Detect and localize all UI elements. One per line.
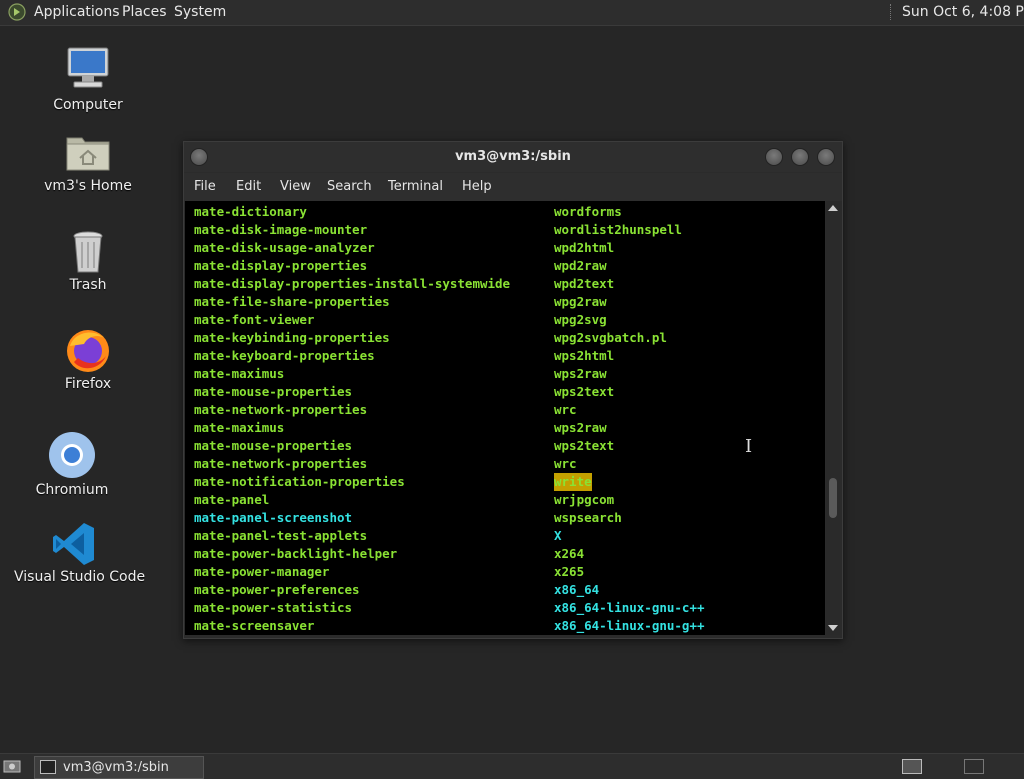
terminal-entry: wpd2html — [554, 240, 615, 255]
terminal-window[interactable]: vm3@vm3:/sbin File Edit View Search Term… — [183, 141, 843, 639]
terminal-entry: x265 — [554, 564, 585, 579]
window-title: vm3@vm3:/sbin — [455, 149, 571, 164]
bottom-panel: vm3@vm3:/sbin — [0, 753, 1024, 779]
desktop-icon-home[interactable]: vm3's Home — [28, 126, 148, 201]
terminal-entry: wpg2svg — [554, 312, 607, 327]
terminal-entry: wpg2raw — [554, 294, 607, 309]
scrollbar[interactable] — [826, 201, 840, 635]
terminal-entry: wrc — [554, 402, 577, 417]
terminal-entry: mate-power-manager — [194, 564, 330, 579]
terminal-entry: mate-file-share-properties — [194, 294, 390, 309]
desktop-icon-label: Chromium — [35, 482, 109, 498]
desktop-icon-label: Computer — [53, 97, 123, 113]
terminal-entry: mate-keyboard-properties — [194, 348, 375, 363]
scroll-down-icon[interactable] — [828, 625, 838, 631]
text-cursor-icon: I — [745, 436, 753, 457]
terminal-entry: mate-power-preferences — [194, 582, 360, 597]
terminal-entry: wpd2raw — [554, 258, 607, 273]
taskbar-button-label: vm3@vm3:/sbin — [63, 760, 169, 775]
terminal-entry: mate-maximus — [194, 366, 285, 381]
terminal-entry: wpg2svgbatch.pl — [554, 330, 667, 345]
scrollbar-thumb[interactable] — [829, 477, 837, 518]
menu-edit[interactable]: Edit — [236, 179, 261, 194]
terminal-entry: wps2raw — [554, 366, 607, 381]
firefox-icon — [67, 330, 109, 372]
desktop-icon-label: Visual Studio Code — [14, 569, 146, 585]
places-menu[interactable]: Places — [122, 4, 167, 20]
show-desktop-icon[interactable] — [3, 758, 21, 774]
terminal-entry: wrjpgcom — [554, 492, 615, 507]
applications-menu[interactable]: Applications — [34, 4, 120, 20]
desktop-icon-label: Firefox — [64, 376, 112, 392]
terminal-entry: wordforms — [554, 204, 622, 219]
menu-terminal[interactable]: Terminal — [388, 179, 443, 194]
desktop-icon-firefox[interactable]: Firefox — [28, 326, 148, 394]
terminal-entry: mate-keybinding-properties — [194, 330, 390, 345]
terminal-entry: mate-power-backlight-helper — [194, 546, 398, 561]
trash-icon — [73, 231, 103, 273]
terminal-entry: wps2html — [554, 348, 615, 363]
terminal-entry: wps2text — [554, 438, 615, 453]
computer-icon — [67, 47, 109, 88]
menu-help[interactable]: Help — [462, 179, 492, 194]
vscode-icon — [53, 523, 94, 565]
workspace-2[interactable] — [964, 759, 984, 774]
terminal-entry: wrc — [554, 456, 577, 471]
terminal-entry: mate-disk-usage-analyzer — [194, 240, 375, 255]
top-panel: Applications Places System Sun Oct 6, 4:… — [0, 0, 1024, 26]
terminal-entry: mate-display-properties — [194, 258, 368, 273]
terminal-entry: mate-panel — [194, 492, 270, 507]
terminal-entry: wpd2text — [554, 276, 615, 291]
system-menu[interactable]: System — [174, 4, 226, 20]
terminal-icon — [40, 760, 56, 774]
menu-file[interactable]: File — [194, 179, 216, 194]
terminal-entry: mate-maximus — [194, 420, 285, 435]
menu-search[interactable]: Search — [327, 179, 372, 194]
maximize-icon[interactable] — [791, 148, 809, 166]
terminal-entry: mate-dictionary — [194, 204, 307, 219]
terminal-entry: x264 — [554, 546, 585, 561]
terminal-entry: mate-mouse-properties — [194, 438, 353, 453]
home-folder-icon — [66, 137, 110, 171]
desktop-icon-label: vm3's Home — [44, 178, 132, 194]
terminal-entry: mate-mouse-properties — [194, 384, 353, 399]
terminal-entry: mate-network-properties — [194, 456, 368, 471]
terminal-entry: wspsearch — [554, 510, 622, 525]
terminal-entry: mate-power-statistics — [194, 600, 353, 615]
scroll-up-icon[interactable] — [828, 205, 838, 211]
clock[interactable]: Sun Oct 6, 4:08 PM — [902, 4, 1024, 20]
menu-bar: File Edit View Search Terminal Help — [184, 173, 842, 201]
chromium-icon — [49, 432, 95, 478]
terminal-entry: mate-display-properties-install-systemwi… — [194, 276, 511, 291]
terminal-output[interactable]: mate-dictionary mate-disk-image-mounter ma… — [185, 201, 825, 635]
desktop-icon-vscode[interactable]: Visual Studio Code — [14, 520, 146, 588]
taskbar-button-terminal[interactable]: vm3@vm3:/sbin — [34, 756, 204, 779]
terminal-entry: mate-disk-image-mounter — [194, 222, 368, 237]
terminal-entry: wps2text — [554, 384, 615, 399]
panel-separator — [890, 4, 893, 20]
desktop-icon-label: Trash — [69, 277, 107, 293]
title-bar[interactable]: vm3@vm3:/sbin — [184, 142, 842, 172]
terminal-entry: mate-network-properties — [194, 402, 368, 417]
close-icon[interactable] — [817, 148, 835, 166]
workspace-1[interactable] — [902, 759, 922, 774]
desktop-icon-computer[interactable]: Computer — [28, 44, 148, 119]
desktop-icon-trash[interactable]: Trash — [28, 228, 148, 296]
terminal-entry: mate-panel-screenshot — [194, 510, 353, 525]
terminal-entry: wps2raw — [554, 420, 607, 435]
terminal-entry: X — [554, 528, 562, 543]
terminal-entry: wordlist2hunspell — [554, 222, 682, 237]
terminal-entry: x86_64 — [554, 582, 600, 597]
menu-view[interactable]: View — [280, 179, 311, 194]
terminal-entry: mate-screensaver — [194, 618, 315, 633]
terminal-entry: write — [554, 473, 592, 491]
mate-logo-icon[interactable] — [8, 3, 26, 21]
terminal-entry: mate-panel-test-applets — [194, 528, 368, 543]
terminal-entry: x86_64-linux-gnu-c++ — [554, 600, 705, 615]
terminal-entry: mate-font-viewer — [194, 312, 315, 327]
terminal-entry: x86_64-linux-gnu-g++ — [554, 618, 705, 633]
minimize-icon[interactable] — [765, 148, 783, 166]
desktop-icon-chromium[interactable]: Chromium — [12, 431, 132, 499]
terminal-entry: mate-notification-properties — [194, 474, 405, 489]
